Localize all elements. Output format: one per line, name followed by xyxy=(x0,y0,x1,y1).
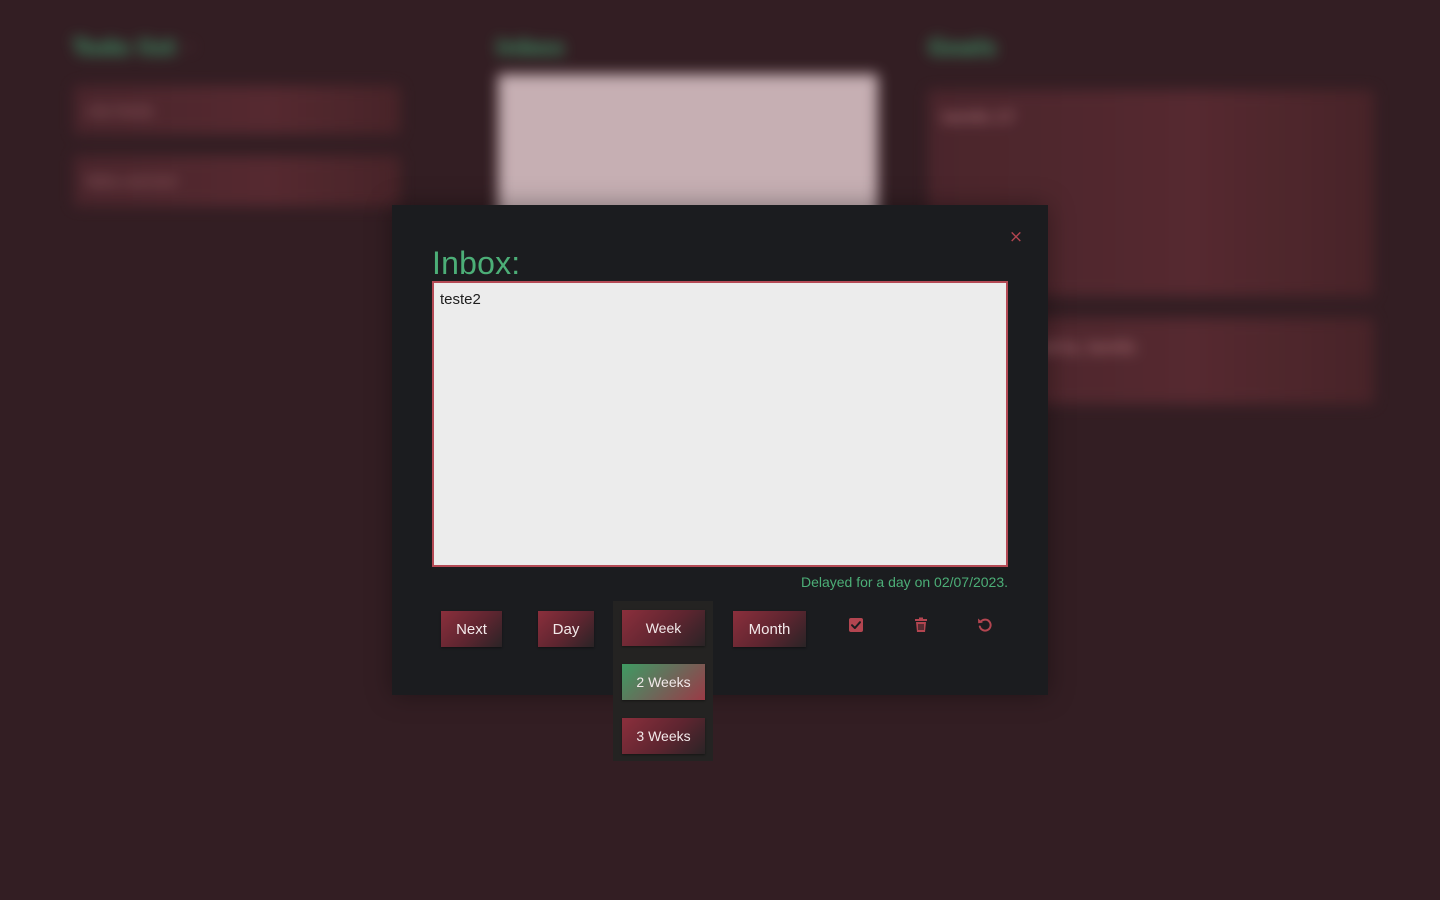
two-weeks-option[interactable]: 2 Weeks xyxy=(622,664,705,700)
three-weeks-option[interactable]: 3 Weeks xyxy=(622,718,705,754)
day-button[interactable]: Day xyxy=(538,611,594,647)
inbox-modal: Inbox: × Delayed for a day on 02/07/2023… xyxy=(392,205,1048,695)
todo-heading: Todo list xyxy=(72,36,177,61)
trash-icon-svg xyxy=(915,617,927,632)
check-square-icon-svg xyxy=(849,618,863,632)
inbox-heading: Inbox xyxy=(496,36,565,61)
note-textarea[interactable] xyxy=(432,281,1008,567)
goals-heading: Goals xyxy=(928,36,997,61)
week-button[interactable]: Week xyxy=(622,610,705,646)
todo-card-text: cite fonte xyxy=(86,104,153,120)
undo-icon-svg xyxy=(978,618,992,632)
check-square-icon[interactable] xyxy=(846,615,866,635)
delay-status: Delayed for a day on 02/07/2023. xyxy=(800,574,1008,590)
undo-icon[interactable] xyxy=(975,615,995,635)
close-button[interactable]: × xyxy=(1006,225,1026,249)
week-dropdown: Week 2 Weeks 3 Weeks xyxy=(613,601,713,761)
todo-expand-icon: ▾ xyxy=(186,40,194,56)
goals-card-text: tarefa 17 xyxy=(942,110,1015,126)
trash-icon[interactable] xyxy=(911,615,931,635)
todo-card-text: falta concluir xyxy=(86,174,178,190)
modal-title: Inbox: xyxy=(432,245,521,281)
month-button[interactable]: Month xyxy=(733,611,806,647)
next-button[interactable]: Next xyxy=(441,611,502,647)
